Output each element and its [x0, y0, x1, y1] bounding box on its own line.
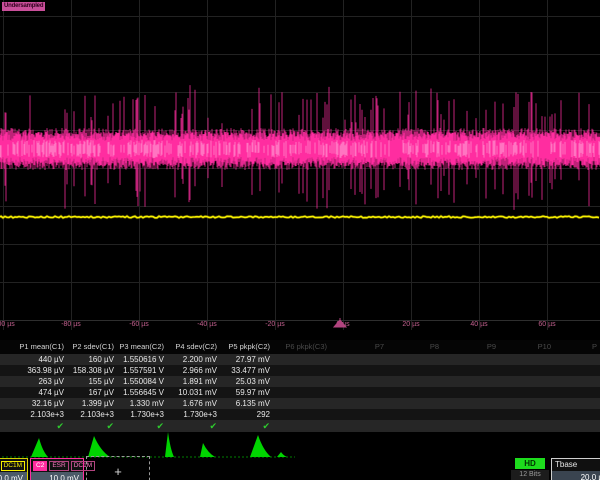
- status-check-icon: ✔: [167, 420, 220, 432]
- timebase-value: 20.0 µs: [552, 471, 600, 480]
- measurement-value: 263 µV: [0, 376, 67, 387]
- measurement-value: 2.966 mV: [167, 365, 220, 376]
- measurement-row-num: 2.103e+3 2.103e+3 1.730e+3 1.730e+3 292: [0, 409, 600, 420]
- status-check-icon: ✔: [117, 420, 167, 432]
- trigger-position-marker[interactable]: [328, 316, 352, 330]
- measurement-value: 2.200 mV: [167, 354, 220, 365]
- channel-descriptor-c2[interactable]: C2 ESR DC1M 10.0 mV: [30, 458, 84, 480]
- measurement-row-min: 263 µV 155 µV 1.550084 V 1.891 mV 25.03 …: [0, 376, 600, 387]
- measurement-value: 292: [220, 409, 273, 420]
- measurement-value: 474 µV: [0, 387, 67, 398]
- measurement-header-p2[interactable]: P2 sdev(C1): [67, 340, 117, 354]
- measurement-value: 158.308 µV: [67, 365, 117, 376]
- measurement-row-sdev: 32.16 µV 1.399 µV 1.330 mV 1.676 mV 6.13…: [0, 398, 600, 409]
- measurement-row-mean: 363.98 µV 158.308 µV 1.557591 V 2.966 mV…: [0, 365, 600, 376]
- measurement-value: 1.730e+3: [167, 409, 220, 420]
- measurement-value: 2.103e+3: [0, 409, 67, 420]
- measurement-header-p8[interactable]: P8: [387, 340, 442, 354]
- c2-esr-badge: ESR: [49, 461, 68, 471]
- time-tick-label: 40 µs: [449, 321, 509, 328]
- measurement-status-row: ✔ ✔ ✔ ✔ ✔: [0, 420, 600, 432]
- histogram-trace: [0, 432, 600, 458]
- c2-channel-badge: C2: [33, 461, 47, 471]
- measurement-value: 33.477 mV: [220, 365, 273, 376]
- measurement-value: 155 µV: [67, 376, 117, 387]
- status-check-icon: ✔: [220, 420, 273, 432]
- measurement-value: 6.135 mV: [220, 398, 273, 409]
- measurement-header-p4[interactable]: P4 sdev(C2): [167, 340, 220, 354]
- time-tick-label: -40 µs: [177, 321, 237, 328]
- measurement-value: 59.97 mV: [220, 387, 273, 398]
- measurement-value: 1.399 µV: [67, 398, 117, 409]
- measurement-header-p3[interactable]: P3 mean(C2): [117, 340, 167, 354]
- measurement-value: 1.557591 V: [117, 365, 167, 376]
- time-tick-label: -80 µs: [41, 321, 101, 328]
- measurement-header-p10[interactable]: P10: [499, 340, 554, 354]
- oscilloscope-screen: Undersampled -100 µs -80 µs -60 µs -40 µ…: [0, 0, 600, 480]
- measurement-value: 25.03 mV: [220, 376, 273, 387]
- c2-scale-value: 10.0 mV: [31, 472, 83, 480]
- timebase-descriptor[interactable]: Tbase 20.0 µs: [551, 458, 600, 480]
- measurement-value: 1.550616 V: [117, 354, 167, 365]
- measurement-table: P1 mean(C1) P2 sdev(C1) P3 mean(C2) P4 s…: [0, 340, 600, 432]
- channel-descriptor-c1[interactable]: DC1M 10.0 mV: [0, 458, 28, 480]
- measurement-header-p5[interactable]: P5 pkpk(C2): [220, 340, 273, 354]
- measurement-value: 1.330 mV: [117, 398, 167, 409]
- time-tick-label: -100 µs: [0, 321, 33, 328]
- waveform-area: [0, 0, 600, 330]
- c1-coupling-badge: DC1M: [1, 461, 25, 471]
- measurement-header-p6[interactable]: P6 pkpk(C3): [273, 340, 330, 354]
- measurement-value: 167 µV: [67, 387, 117, 398]
- add-trace-button[interactable]: +: [86, 456, 150, 480]
- status-check-icon: ✔: [67, 420, 117, 432]
- measurement-row-max: 474 µV 167 µV 1.556645 V 10.031 mV 59.97…: [0, 387, 600, 398]
- measurement-header-p11[interactable]: P: [554, 340, 600, 354]
- hd-mode-badge: HD: [515, 458, 545, 469]
- measurement-value: 1.550084 V: [117, 376, 167, 387]
- measurement-value: 27.97 mV: [220, 354, 273, 365]
- time-tick-label: -60 µs: [109, 321, 169, 328]
- time-tick-label: 60 µs: [517, 321, 577, 328]
- measurement-value: 10.031 mV: [167, 387, 220, 398]
- c1-scale-value: 10.0 mV: [0, 472, 27, 480]
- measurement-header-p9[interactable]: P9: [442, 340, 499, 354]
- time-tick-label: 20 µs: [381, 321, 441, 328]
- time-tick-label: -20 µs: [245, 321, 305, 328]
- measurement-value: 32.16 µV: [0, 398, 67, 409]
- undersampled-warning-badge: Undersampled: [2, 2, 45, 11]
- measurement-value: 363.98 µV: [0, 365, 67, 376]
- measurement-header-p7[interactable]: P7: [330, 340, 387, 354]
- hd-bits-label: 12 Bits: [511, 470, 549, 480]
- plus-icon: +: [114, 464, 122, 479]
- measurement-row-value: 440 µV 160 µV 1.550616 V 2.200 mV 27.97 …: [0, 354, 600, 365]
- measurement-value: 1.891 mV: [167, 376, 220, 387]
- measurement-header-row: P1 mean(C1) P2 sdev(C1) P3 mean(C2) P4 s…: [0, 340, 600, 354]
- measurement-value: 1.730e+3: [117, 409, 167, 420]
- measurement-value: 160 µV: [67, 354, 117, 365]
- measurement-value: 1.556645 V: [117, 387, 167, 398]
- measurement-value: 1.676 mV: [167, 398, 220, 409]
- timebase-title: Tbase: [552, 459, 600, 471]
- status-check-icon: ✔: [0, 420, 67, 432]
- measurement-value: 2.103e+3: [67, 409, 117, 420]
- measurement-value: 440 µV: [0, 354, 67, 365]
- measurement-header-p1[interactable]: P1 mean(C1): [0, 340, 67, 354]
